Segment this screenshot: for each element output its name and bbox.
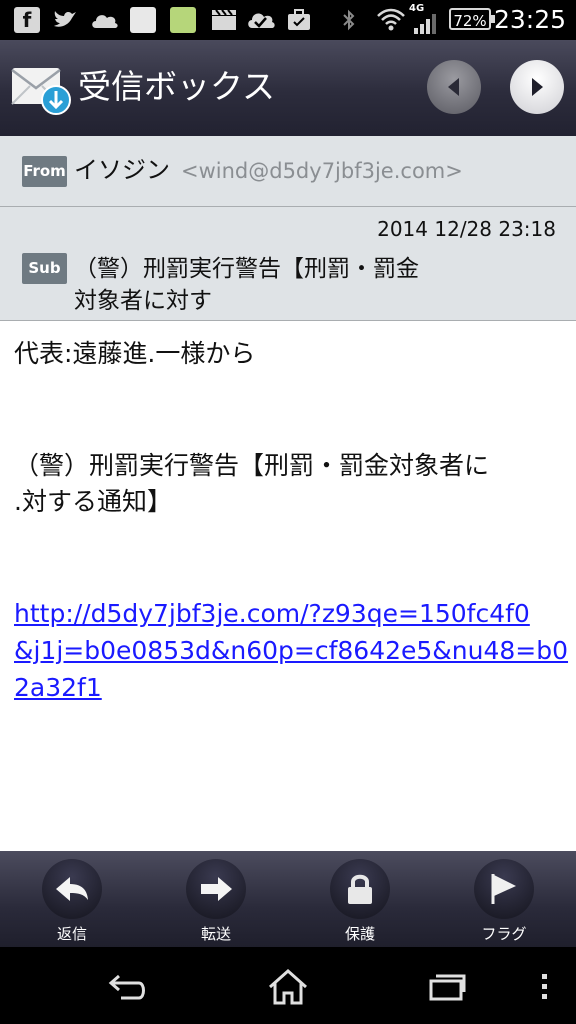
notification-image-icon bbox=[170, 7, 196, 33]
flag-icon bbox=[491, 874, 516, 904]
subject-row: 2014 12/28 23:18 Sub （警）刑罰実行警告【刑罰・罰金 対象者… bbox=[0, 207, 576, 321]
facebook-icon: f bbox=[14, 7, 40, 33]
briefcase-icon bbox=[288, 9, 310, 30]
subject-line-2: 対象者に対す bbox=[74, 288, 212, 314]
system-nav-bar bbox=[0, 947, 576, 1024]
message-date: 2014 12/28 23:18 bbox=[377, 217, 556, 241]
overflow-menu-icon bbox=[542, 974, 547, 999]
previous-message-button[interactable] bbox=[427, 60, 481, 114]
body-line: 代表:遠藤進.一様から bbox=[14, 339, 256, 368]
flag-button[interactable]: フラグ bbox=[464, 851, 544, 947]
app-header: 受信ボックス bbox=[0, 40, 576, 136]
home-icon bbox=[269, 968, 307, 1005]
mail-download-icon bbox=[11, 68, 71, 115]
reply-arrow-icon bbox=[56, 877, 88, 901]
body-link[interactable]: &j1j=b0e0853d&n60p=cf8642e5&nu48=b0 bbox=[14, 632, 568, 670]
subject-line-1: （警）刑罰実行警告【刑罰・罰金 bbox=[74, 256, 419, 282]
reply-button[interactable]: 返信 bbox=[32, 851, 112, 947]
forward-arrow-icon bbox=[201, 877, 232, 901]
forward-button[interactable]: 転送 bbox=[176, 851, 256, 947]
body-line: .対する通知】 bbox=[14, 487, 172, 516]
forward-label: 転送 bbox=[200, 925, 231, 943]
bluetooth-icon bbox=[343, 9, 355, 31]
page-title: 受信ボックス bbox=[78, 67, 276, 106]
recent-apps-icon bbox=[429, 974, 466, 1001]
next-message-button[interactable] bbox=[510, 60, 564, 114]
menu-button[interactable] bbox=[522, 967, 566, 1007]
bottom-toolbar: 返信 転送 保護 フラグ bbox=[0, 851, 576, 947]
lock-icon bbox=[348, 874, 372, 904]
check-cloud-icon bbox=[248, 13, 275, 28]
sub-tag: Sub bbox=[22, 253, 67, 284]
from-tag: From bbox=[22, 156, 67, 187]
from-row: From イソジン <wind@d5dy7jbf3je.com> bbox=[0, 136, 576, 207]
clock: 23:25 bbox=[493, 5, 566, 34]
sender-email[interactable]: <wind@d5dy7jbf3je.com> bbox=[181, 156, 463, 186]
network-type: 4G bbox=[409, 3, 425, 14]
arrow-right-icon bbox=[532, 78, 543, 96]
forward-button-circle bbox=[186, 859, 246, 919]
cloud-icon bbox=[92, 15, 118, 28]
reply-button-circle bbox=[42, 859, 102, 919]
notification-image-icon bbox=[130, 7, 156, 33]
protect-button-circle bbox=[330, 859, 390, 919]
clapperboard-icon bbox=[212, 9, 236, 30]
message-body: 代表:遠藤進.一様から （警）刑罰実行警告【刑罰・罰金対象者に .対する通知】 … bbox=[0, 321, 576, 851]
body-link[interactable]: http://d5dy7jbf3je.com/?z93qe=150fc4f0 bbox=[14, 595, 530, 633]
status-bar: f 4G 72% 23:25 bbox=[0, 0, 576, 40]
protect-label: 保護 bbox=[344, 925, 375, 943]
battery-indicator: 72% bbox=[449, 8, 495, 30]
flag-label: フラグ bbox=[481, 925, 527, 943]
twitter-icon bbox=[54, 11, 76, 27]
body-link[interactable]: 2a32f1 bbox=[14, 669, 102, 707]
home-button[interactable] bbox=[266, 967, 310, 1007]
recent-apps-button[interactable] bbox=[424, 967, 468, 1007]
wifi-icon bbox=[377, 8, 405, 31]
body-line: （警）刑罰実行警告【刑罰・罰金対象者に bbox=[14, 451, 490, 480]
back-arrow-icon bbox=[108, 974, 145, 1000]
protect-button[interactable]: 保護 bbox=[320, 851, 400, 947]
arrow-left-icon bbox=[448, 78, 459, 96]
sender-name[interactable]: イソジン bbox=[74, 154, 170, 186]
back-button[interactable] bbox=[106, 967, 150, 1007]
reply-label: 返信 bbox=[56, 925, 87, 943]
flag-button-circle bbox=[474, 859, 534, 919]
signal-icon bbox=[414, 14, 436, 34]
